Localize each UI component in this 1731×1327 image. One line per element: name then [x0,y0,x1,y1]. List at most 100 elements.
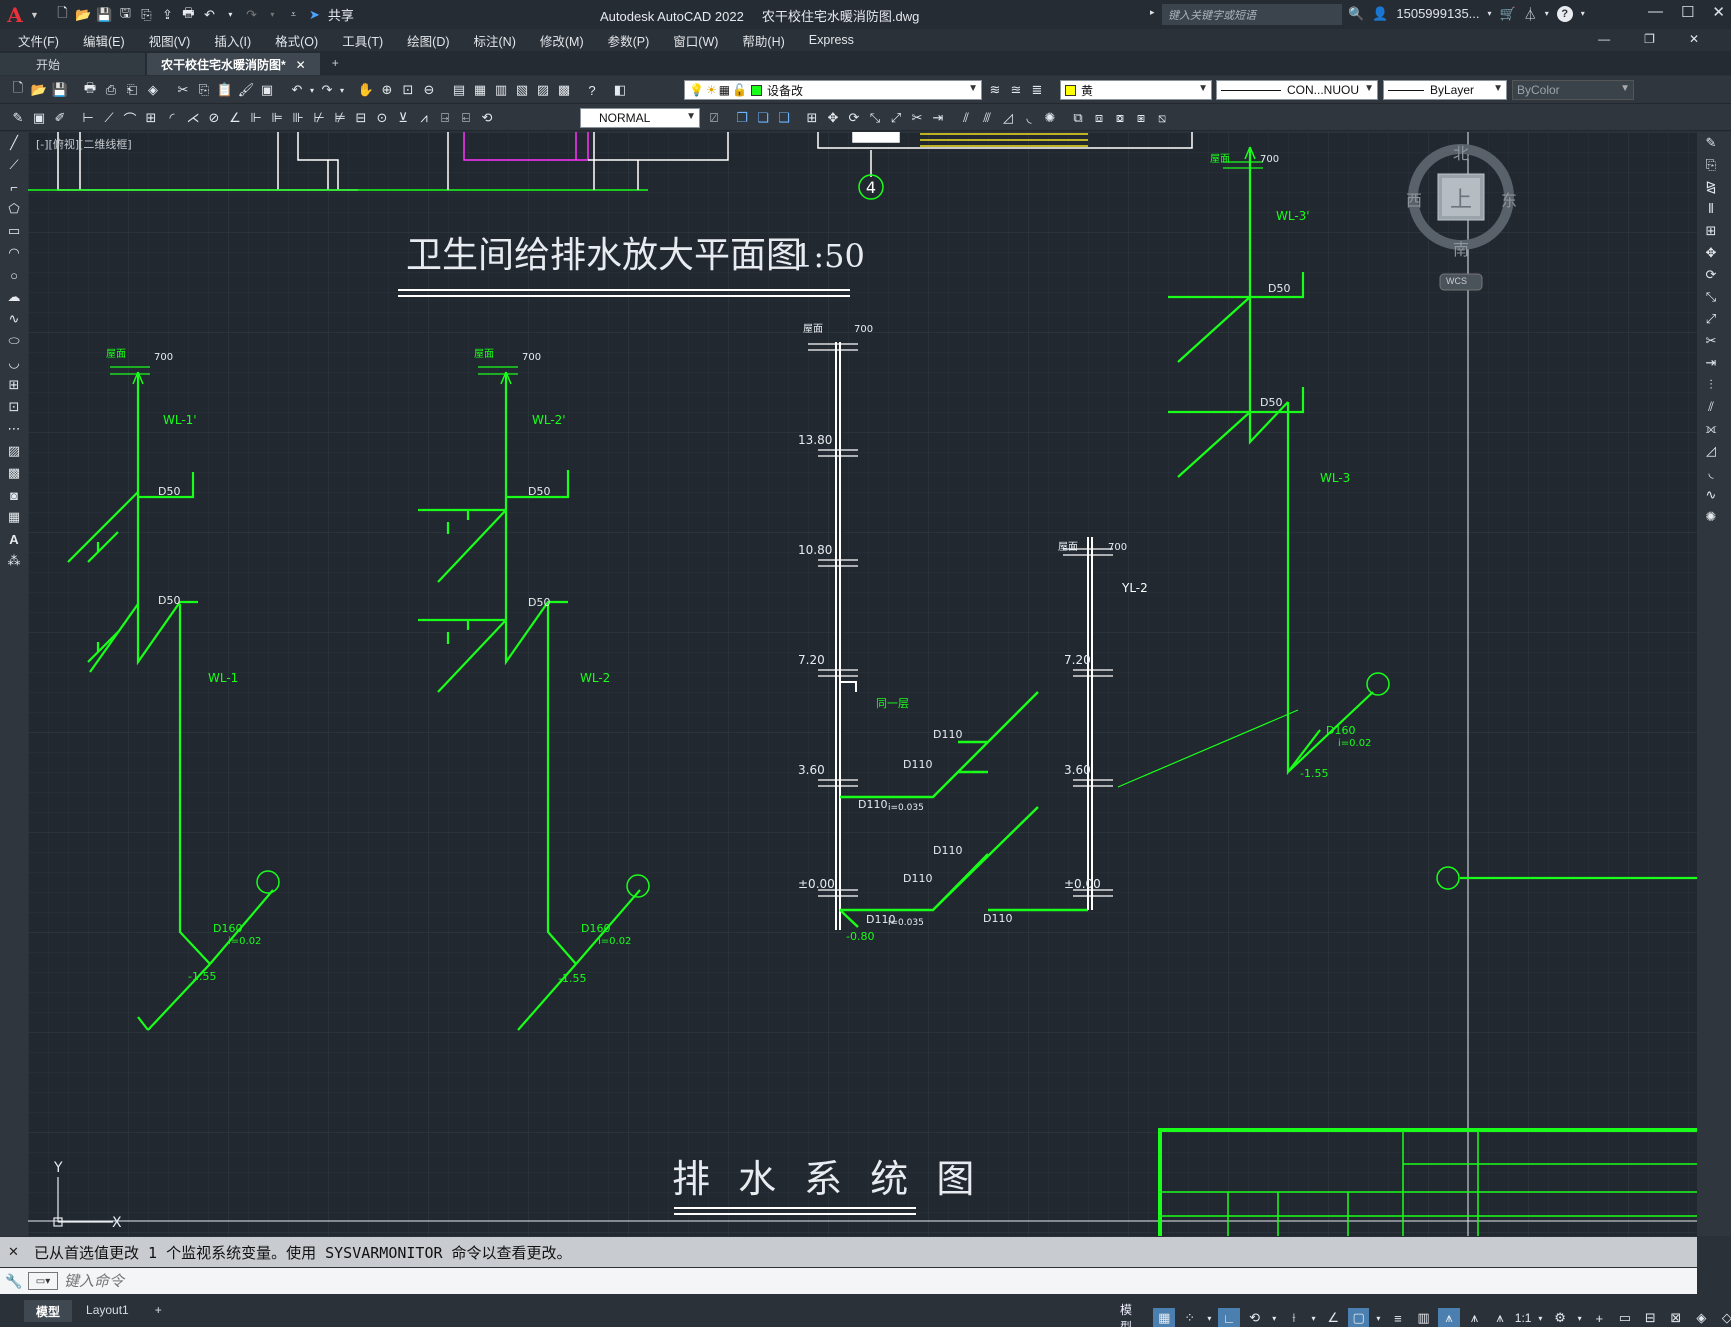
trim-icon[interactable]: ✂ [1697,330,1725,352]
preview-icon[interactable]: ⎙ [101,80,121,100]
break-icon[interactable]: ⫽ [1697,396,1725,418]
scale-label[interactable]: 1:1 [1515,1308,1532,1327]
lineweight-dropdown[interactable]: ByLayer ▼ [1383,80,1507,100]
layer-vp-icon[interactable]: ▦ [719,83,730,97]
offset-icon[interactable]: ⫴ [1697,198,1725,220]
new-file-icon[interactable]: 🗋 [53,5,72,24]
properties-icon[interactable]: ▤ [449,80,469,100]
drawing-canvas[interactable]: 4 [-][俯视][二维线框] 卫生间给排水放大平面图 1:50 排 水 系 统… [28,132,1697,1236]
search-input[interactable]: 键入关键字或短语 [1162,4,1342,25]
rectangle-icon[interactable]: ▭ [0,220,28,242]
viewcube-north[interactable]: 北 [1453,140,1469,164]
trim-icon[interactable]: ✂ [907,108,927,128]
region-icon[interactable]: ◙ [0,484,28,506]
plot-icon[interactable]: 🖶 [80,80,100,100]
edit-icon[interactable]: ✎ [8,108,28,128]
scale-icon[interactable]: ⤡ [865,108,885,128]
command-input[interactable] [64,1272,1564,1290]
scale-dropdown-icon[interactable]: ▾ [1535,1308,1545,1327]
new-tab-button[interactable]: + [322,53,349,75]
object-track-icon[interactable]: ∠ [1322,1308,1344,1327]
open-file-icon[interactable]: 📂 [74,5,93,24]
save-web-icon[interactable]: ⇪ [158,5,177,24]
blend-icon[interactable]: ∿ [1697,484,1725,506]
undo-icon[interactable]: ↶ [287,80,307,100]
doc-close-icon[interactable]: ✕ [1689,32,1699,46]
annotation-monitor-icon[interactable]: + [1589,1308,1611,1327]
explode-icon[interactable]: ✺ [1697,506,1725,528]
line-icon[interactable]: ╱ [0,132,28,154]
search-expand-icon[interactable]: ▸ [1150,7,1155,18]
tab-layout1[interactable]: Layout1 [74,1300,141,1322]
match-prop-icon[interactable]: 🖌 [236,80,256,100]
dim-break-icon[interactable]: ⊭ [330,108,350,128]
markup-icon[interactable]: ▨ [533,80,553,100]
search-icon[interactable]: 🔍 [1348,6,1364,22]
menu-modify[interactable]: 修改(M) [540,31,584,50]
dim-edit-icon[interactable]: ⍈ [435,108,455,128]
pan-icon[interactable]: ✋ [356,80,376,100]
stretch-icon[interactable]: ⤢ [886,108,906,128]
dim-jogged-icon[interactable]: ⋌ [183,108,203,128]
arc-icon[interactable]: ◠ [0,242,28,264]
app-logo-icon[interactable]: A [0,0,30,29]
transparency-icon[interactable]: ▥ [1413,1308,1435,1327]
menu-dimension[interactable]: 标注(N) [474,31,516,50]
cart-icon[interactable]: 🛒 [1500,6,1516,22]
tolerance-icon[interactable]: ⊟ [351,108,371,128]
draworder-below-icon[interactable]: ⧆ [1131,108,1151,128]
3d-print-icon[interactable]: ◈ [143,80,163,100]
quick-properties-icon[interactable]: ⊟ [1640,1308,1662,1327]
rotate-icon[interactable]: ⟳ [1697,264,1725,286]
circle-icon[interactable]: ○ [0,264,28,286]
layer-state-icon[interactable]: ≣ [1027,80,1047,100]
layer-properties-icon[interactable]: ◧ [610,80,630,100]
break-point-icon[interactable]: ⫶ [1697,374,1725,396]
draworder-front-icon[interactable]: ⧉ [1068,108,1088,128]
isolate-objects-icon[interactable]: ◈ [1691,1308,1713,1327]
polyline-icon[interactable]: ⌐ [0,176,28,198]
paste-icon[interactable]: 📋 [215,80,235,100]
move-icon[interactable]: ✥ [823,108,843,128]
tab-close-icon[interactable]: ✕ [296,58,306,72]
user-icon[interactable]: 👤 [1372,6,1388,22]
join-icon[interactable]: ⫻ [977,108,997,128]
share-button[interactable]: 共享 [328,5,354,24]
redo-dropdown-icon[interactable]: ▾ [263,5,282,24]
isodraft-icon[interactable]: ⟊ [1283,1308,1305,1327]
dimstyle-dropdown[interactable]: NORMAL ▼ [580,108,700,128]
zoom-previous-icon[interactable]: ⊖ [419,80,439,100]
draworder-above-icon[interactable]: ⧇ [1110,108,1130,128]
jogged-linear-icon[interactable]: ⩘ [414,108,434,128]
tab-start[interactable]: 开始 [0,53,145,75]
make-current-icon[interactable]: ≋ [985,80,1005,100]
copy-icon[interactable]: ⎘ [1697,154,1725,176]
tool-palettes-icon[interactable]: ▥ [491,80,511,100]
spline-icon[interactable]: ∿ [0,308,28,330]
workspace-dropdown-icon[interactable]: ▾ [1575,1308,1585,1327]
dim-diameter-icon[interactable]: ⊘ [204,108,224,128]
text-edit-icon[interactable]: ✐ [50,108,70,128]
inspection-icon[interactable]: ⊻ [393,108,413,128]
viewcube-top[interactable]: 上 [1450,182,1472,214]
menu-file[interactable]: 文件(F) [18,31,59,50]
autodesk-app-icon[interactable]: ⏃ [1524,4,1537,23]
make-block-icon[interactable]: ⊡ [0,396,28,418]
app-dropdown-icon[interactable]: ▾ [1545,9,1549,18]
text-front-icon[interactable]: ⧅ [1152,108,1172,128]
share-icon[interactable]: ➤ [305,5,324,24]
menu-edit[interactable]: 编辑(E) [83,31,125,50]
plotstyle-dropdown[interactable]: ByColor ▼ [1512,80,1634,100]
move-icon[interactable]: ✥ [1697,242,1725,264]
menu-view[interactable]: 视图(V) [149,31,191,50]
customize-command-icon[interactable]: 🔧 [0,1273,28,1290]
app-menu-arrow-icon[interactable]: ▼ [30,10,39,20]
dim-aligned-icon[interactable]: ⟋ [99,108,119,128]
web-mobile-icon[interactable]: ⎘ [137,5,156,24]
annotation-visibility-icon[interactable]: ⩚ [1438,1308,1460,1327]
save-icon[interactable]: 💾 [50,80,70,100]
copy-icon[interactable]: ⎘ [194,80,214,100]
add-selected-icon[interactable]: ⁂ [0,550,28,572]
help-dropdown-icon[interactable]: ▾ [1581,9,1585,18]
dim-continue-icon[interactable]: ⊪ [288,108,308,128]
